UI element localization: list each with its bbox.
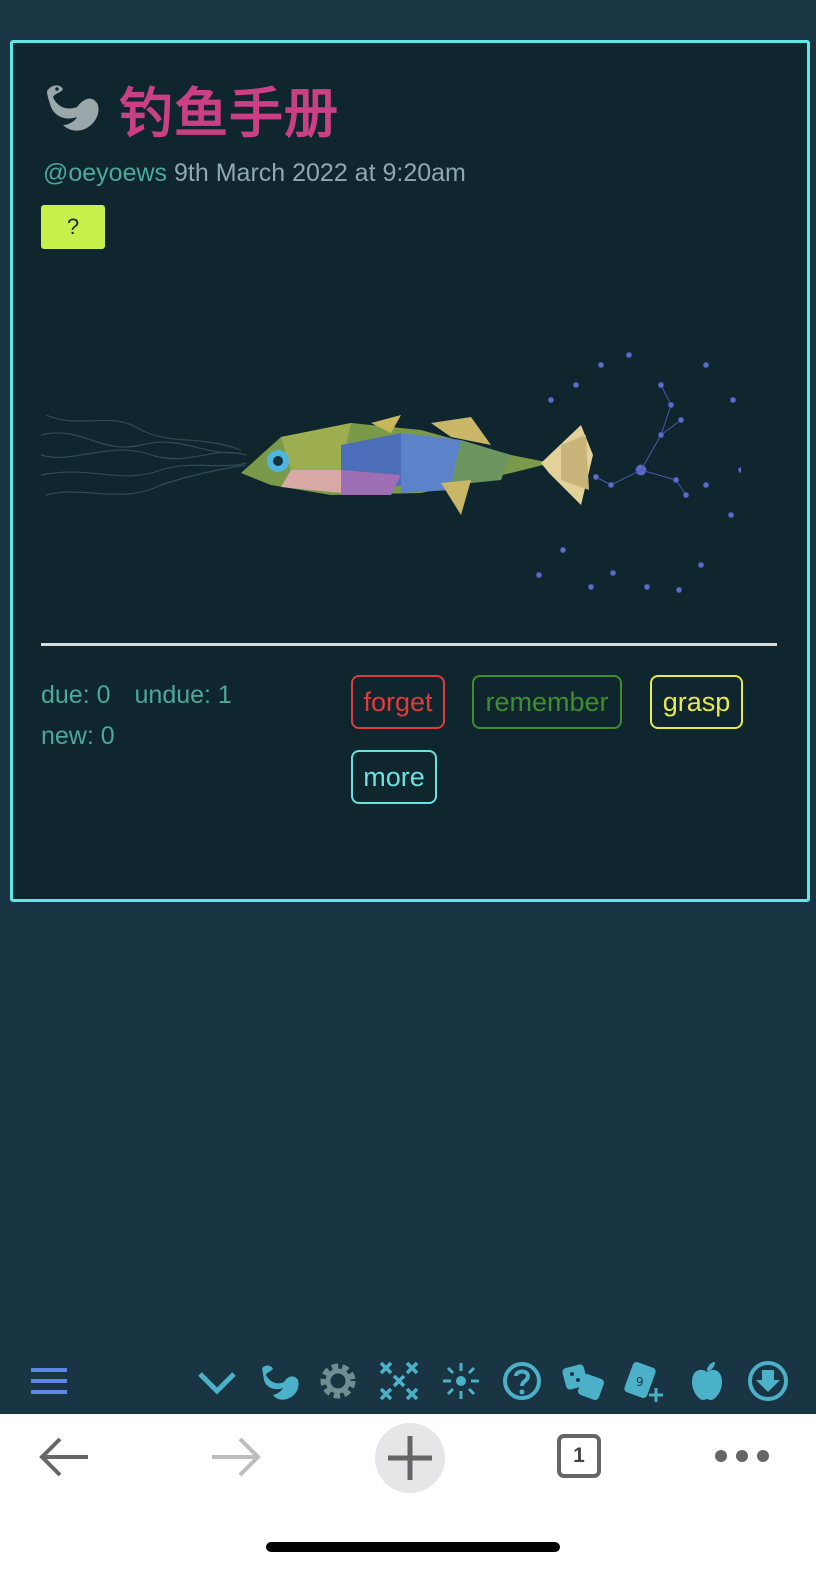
tab-count-button[interactable]: 1 — [557, 1434, 601, 1478]
byline: @oeyoews 9th March 2022 at 9:20am — [43, 159, 466, 188]
grasp-button[interactable]: grasp — [650, 675, 743, 729]
divider — [41, 643, 777, 646]
fish-logo-icon — [47, 85, 99, 131]
home-indicator — [266, 1542, 560, 1552]
menu-icon[interactable] — [26, 1358, 72, 1404]
apple-icon[interactable] — [684, 1358, 730, 1404]
more-button[interactable]: more — [351, 750, 437, 804]
fish-illustration — [41, 352, 741, 593]
top-strip — [0, 0, 816, 40]
help-icon[interactable] — [499, 1358, 545, 1404]
title-row: 钓鱼手册 — [41, 73, 339, 144]
sun-icon[interactable] — [438, 1358, 484, 1404]
undue-count: undue: 1 — [134, 681, 232, 709]
review-stats: due: 0 undue: 1 new: 0 — [41, 675, 256, 757]
help-button[interactable]: ? — [41, 205, 105, 249]
page-title: 钓鱼手册 — [119, 83, 339, 144]
chevron-down-icon[interactable] — [194, 1358, 240, 1404]
forget-button[interactable]: forget — [351, 675, 445, 729]
dice-icon[interactable] — [560, 1358, 606, 1404]
new-tab-button[interactable] — [374, 1422, 446, 1494]
gear-icon[interactable] — [315, 1358, 361, 1404]
svg-text:9: 9 — [636, 1375, 644, 1389]
back-icon[interactable] — [36, 1434, 92, 1480]
browser-bar: 1 — [0, 1414, 816, 1588]
download-icon[interactable] — [745, 1358, 791, 1404]
bottom-toolbar: 9 — [0, 1350, 816, 1414]
fish-icon[interactable] — [256, 1358, 302, 1404]
tiddler-card: 钓鱼手册 @oeyoews 9th March 2022 at 9:20am ? — [10, 40, 810, 902]
timestamp: 9th March 2022 at 9:20am — [174, 159, 466, 187]
due-count: due: 0 — [41, 681, 111, 709]
new-count: new: 0 — [41, 722, 115, 750]
remember-button[interactable]: remember — [472, 675, 622, 729]
more-options-icon[interactable] — [714, 1448, 770, 1464]
author-link[interactable]: @oeyoews — [43, 159, 167, 187]
close-grid-icon[interactable] — [376, 1358, 422, 1404]
forward-icon[interactable] — [208, 1434, 264, 1480]
new-card-icon[interactable]: 9 — [622, 1358, 668, 1404]
